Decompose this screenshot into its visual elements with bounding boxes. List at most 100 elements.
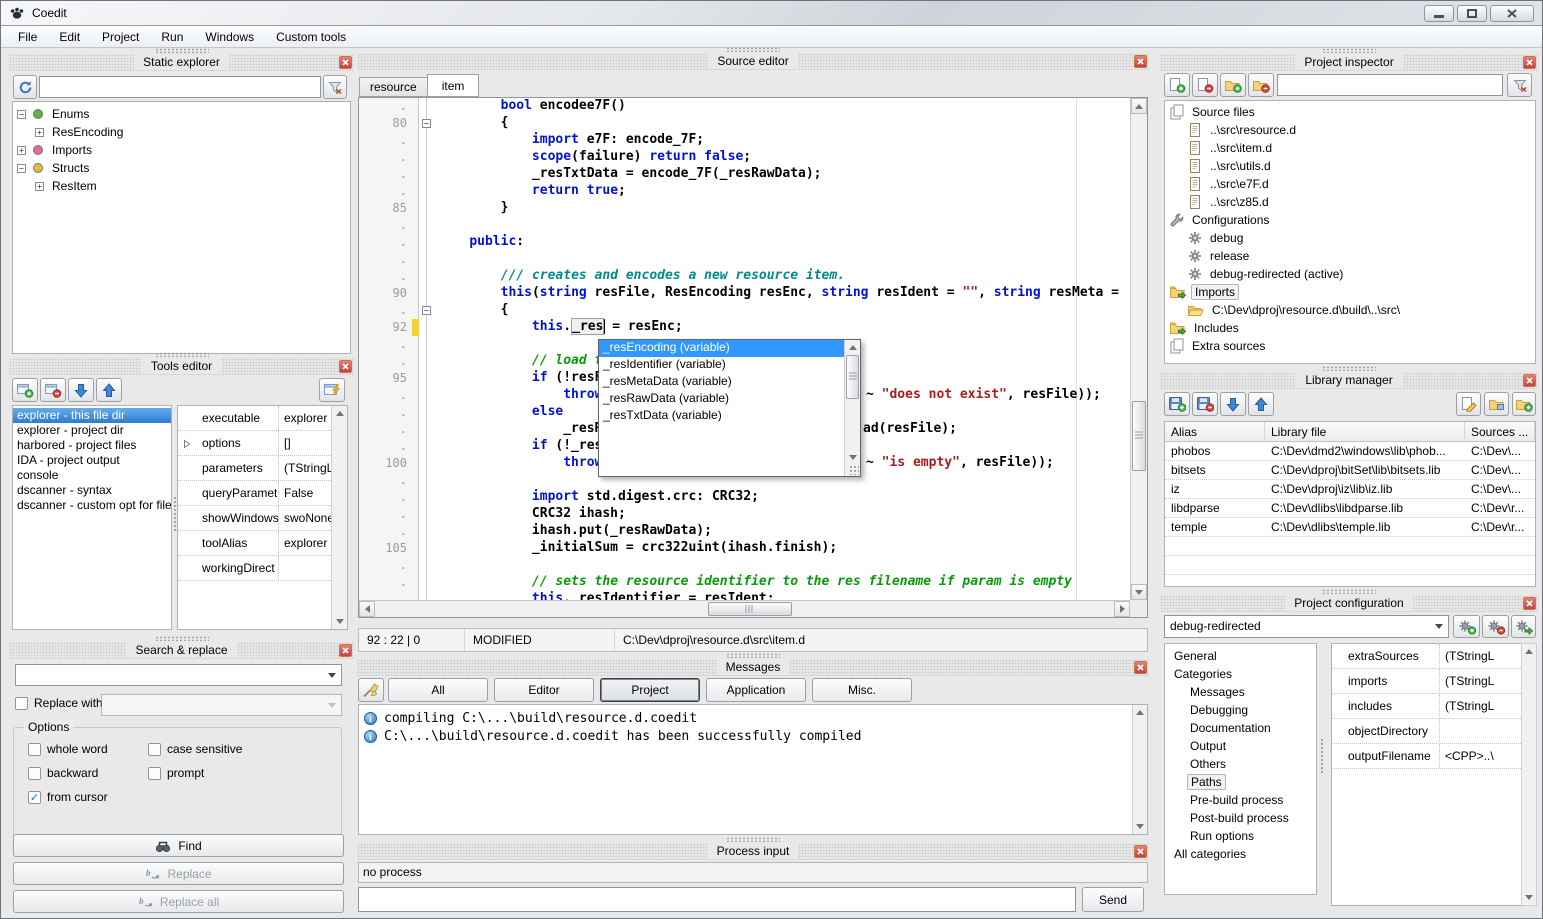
checked-checkbox[interactable]: ✓: [28, 791, 41, 804]
remove-configuration-button[interactable]: [1482, 615, 1509, 638]
property-value[interactable]: []: [278, 431, 331, 455]
add-tool-button[interactable]: [12, 378, 38, 402]
remove-folder-button[interactable]: [1248, 73, 1274, 97]
replace-all-button[interactable]: b Replace all: [13, 890, 344, 913]
completion-item[interactable]: _resTxtData (variable): [599, 408, 844, 425]
add-library-button[interactable]: [1164, 392, 1190, 416]
chevron-down-icon[interactable]: [323, 665, 341, 685]
category-item[interactable]: General: [1165, 647, 1316, 665]
tree-item[interactable]: C:\Dev\dproj\resource.d\build\..\src\: [1165, 301, 1535, 319]
symbol-filter-input[interactable]: [39, 76, 321, 98]
dock-grip[interactable]: [726, 653, 780, 658]
property-row[interactable]: parameters(TStringL: [178, 456, 331, 481]
inspector-filter-input[interactable]: [1277, 74, 1503, 96]
property-row[interactable]: queryParametFalse: [178, 481, 331, 506]
close-icon[interactable]: [1134, 55, 1147, 68]
code-line[interactable]: . this._resIdentifier = resIdent;: [359, 591, 1130, 600]
unchecked-checkbox[interactable]: [28, 767, 41, 780]
find-button[interactable]: Find: [13, 834, 344, 857]
property-value[interactable]: (TStringL: [1439, 669, 1521, 693]
scroll-down-icon[interactable]: [845, 450, 860, 464]
close-icon[interactable]: [1523, 56, 1536, 69]
scroll-down-icon[interactable]: [1522, 890, 1536, 905]
table-row[interactable]: templeC:\Dev\dlibs\temple.libC:\Dev\r...: [1165, 518, 1535, 537]
horizontal-scrollbar[interactable]: [359, 600, 1130, 617]
fold-collapse-icon[interactable]: −: [422, 306, 431, 315]
code-editor[interactable]: . bool encodee7F()80− {. import e7F: enc…: [358, 97, 1148, 618]
configuration-selector[interactable]: debug-redirected: [1164, 615, 1449, 638]
tree-item[interactable]: debug-redirected (active): [1165, 265, 1535, 283]
property-row[interactable]: toolAliasexplorer: [178, 531, 331, 556]
property-row[interactable]: executableexplorer: [178, 406, 331, 431]
search-replace-header[interactable]: Search & replace: [9, 642, 354, 659]
code-line[interactable]: . /// creates and encodes a new resource…: [359, 268, 1130, 285]
replace-term-combobox[interactable]: [101, 694, 342, 716]
tree-item[interactable]: ..\src\z85.d: [1165, 193, 1535, 211]
category-item[interactable]: Pre-build process: [1165, 791, 1316, 809]
library-from-project-button[interactable]: [1484, 392, 1509, 416]
collapse-icon[interactable]: −: [17, 110, 26, 119]
scroll-up-icon[interactable]: [1522, 644, 1536, 659]
scroll-up-icon[interactable]: [1133, 705, 1147, 720]
tool-list-item[interactable]: harbored - project files: [13, 438, 171, 453]
column-header[interactable]: Alias: [1165, 422, 1265, 441]
property-row[interactable]: options[]: [178, 431, 331, 456]
property-row[interactable]: showWindowsswoNone: [178, 506, 331, 531]
remove-library-button[interactable]: [1192, 392, 1218, 416]
dock-grip[interactable]: [1322, 48, 1376, 53]
code-line[interactable]: . import e7F: encode_7F;: [359, 132, 1130, 149]
property-row[interactable]: includes(TStringL: [1332, 694, 1521, 719]
scrollbar[interactable]: [1132, 705, 1147, 834]
table-row[interactable]: izC:\Dev\dproj\iz\lib\iz.libC:\Dev\...: [1165, 480, 1535, 499]
unchecked-checkbox[interactable]: [148, 767, 161, 780]
tree-item[interactable]: Source files: [1165, 103, 1535, 121]
completion-item[interactable]: _resIdentifier (variable): [599, 357, 844, 374]
category-item[interactable]: Debugging: [1165, 701, 1316, 719]
menu-item-custom-tools[interactable]: Custom tools: [265, 26, 357, 47]
close-icon[interactable]: [1523, 374, 1536, 387]
scroll-down-icon[interactable]: [1133, 819, 1147, 834]
close-icon[interactable]: [339, 360, 352, 373]
close-icon[interactable]: [1523, 597, 1536, 610]
tree-item[interactable]: +ResEncoding: [13, 123, 350, 141]
replace-button[interactable]: b Replace: [13, 862, 344, 885]
tree-item[interactable]: ..\src\e7F.d: [1165, 175, 1535, 193]
splitter-grip[interactable]: [1320, 738, 1323, 774]
send-button[interactable]: Send: [1082, 887, 1144, 912]
tree-item[interactable]: −Enums: [13, 105, 350, 123]
code-line[interactable]: . CRC32 ihash;: [359, 506, 1130, 523]
tool-list-item[interactable]: explorer - this file dir: [13, 408, 171, 423]
code-line[interactable]: . public:: [359, 234, 1130, 251]
code-line[interactable]: .: [359, 251, 1130, 268]
option-backward[interactable]: backward: [28, 766, 98, 780]
property-row[interactable]: outputFilename<CPP>..\: [1332, 744, 1521, 769]
tools-editor-header[interactable]: Tools editor: [9, 358, 354, 375]
expand-property-icon[interactable]: [183, 439, 191, 449]
library-manager-header[interactable]: Library manager: [1160, 372, 1538, 389]
replace-with-checkbox[interactable]: Replace with: [15, 696, 103, 710]
messages-tab-all[interactable]: All: [388, 678, 488, 702]
move-tool-up-icon[interactable]: [96, 378, 122, 402]
move-library-up-icon[interactable]: [1248, 392, 1274, 416]
property-value[interactable]: [278, 556, 331, 580]
process-input-field[interactable]: [358, 887, 1076, 912]
dock-grip[interactable]: [155, 636, 209, 641]
code-line[interactable]: 92 this._res = resEnc;: [359, 319, 1130, 336]
splitter-grip[interactable]: [173, 496, 176, 532]
code-line[interactable]: .− {: [359, 302, 1130, 319]
tool-list-item[interactable]: console: [13, 468, 171, 483]
tool-list-item[interactable]: IDA - project output: [13, 453, 171, 468]
code-line[interactable]: . scope(failure) return false;: [359, 149, 1130, 166]
scroll-down-icon[interactable]: [1131, 584, 1147, 600]
tool-list-item[interactable]: dscanner - syntax: [13, 483, 171, 498]
vertical-scrollbar[interactable]: [1130, 98, 1147, 600]
tool-list-item[interactable]: dscanner - custom opt for file: [13, 498, 171, 513]
expand-icon[interactable]: +: [35, 128, 44, 137]
editor-tab-item[interactable]: item: [427, 74, 480, 97]
property-value[interactable]: False: [278, 481, 331, 505]
remove-tool-button[interactable]: [40, 378, 66, 402]
dock-grip[interactable]: [155, 48, 209, 53]
category-item[interactable]: Run options: [1165, 827, 1316, 845]
refresh-button[interactable]: [13, 75, 37, 99]
collapse-icon[interactable]: −: [17, 164, 26, 173]
